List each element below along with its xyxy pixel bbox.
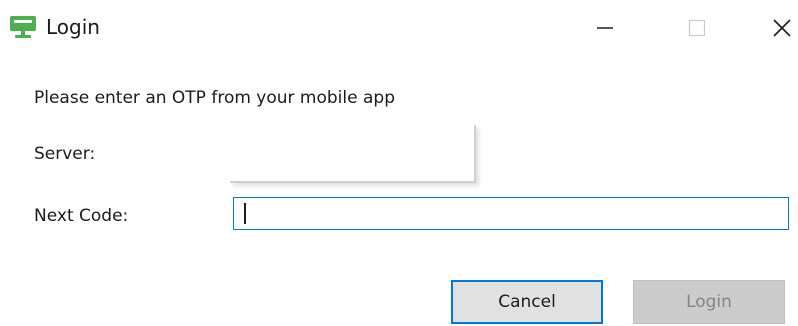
window-title: Login: [46, 15, 100, 39]
cancel-button[interactable]: Cancel: [451, 280, 603, 324]
title-bar[interactable]: Login: [0, 0, 798, 58]
server-label: Server:: [34, 144, 96, 164]
server-dropdown[interactable]: [230, 125, 476, 183]
text-caret: [244, 203, 246, 224]
monitor-icon: [8, 14, 38, 40]
maximize-icon: [687, 18, 707, 38]
maximize-button[interactable]: [675, 8, 719, 48]
close-button[interactable]: [760, 8, 798, 48]
minimize-button[interactable]: [583, 8, 627, 48]
next-code-label: Next Code:: [34, 206, 129, 226]
close-icon: [771, 17, 793, 39]
next-code-input[interactable]: [233, 197, 789, 230]
otp-prompt-text: Please enter an OTP from your mobile app: [34, 88, 395, 108]
login-window: Login Please enter an OTP from your mobi…: [0, 0, 798, 326]
minimize-icon: [595, 18, 615, 38]
login-button[interactable]: Login: [633, 280, 785, 324]
